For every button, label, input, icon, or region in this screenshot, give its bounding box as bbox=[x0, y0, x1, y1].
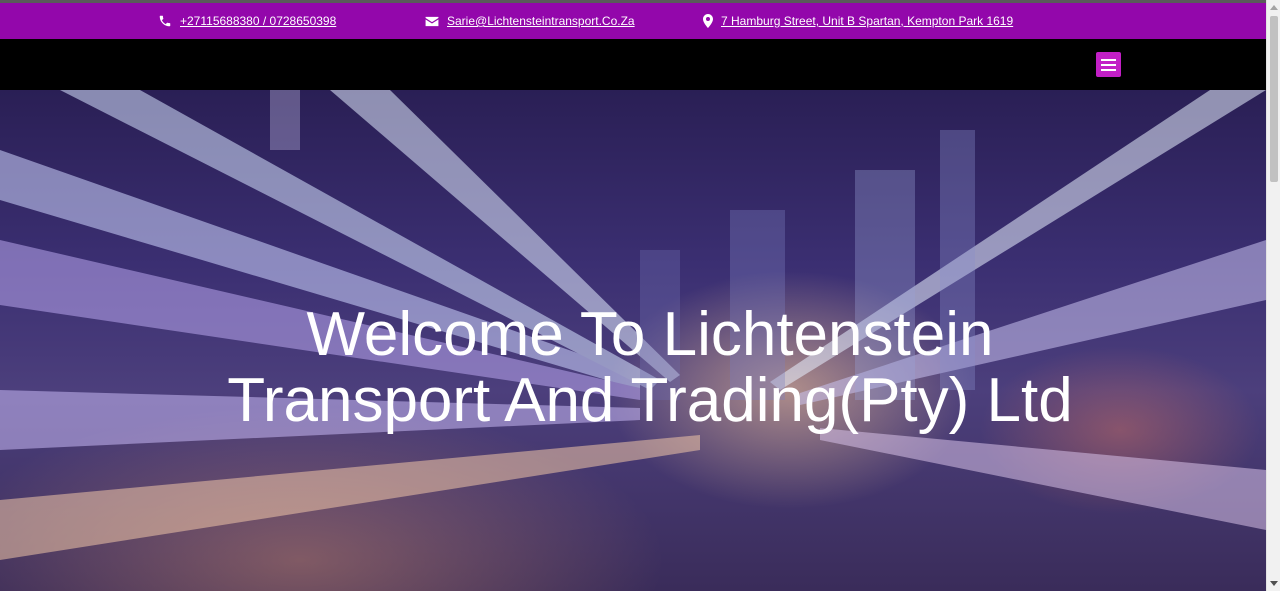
map-pin-icon bbox=[703, 14, 713, 28]
scrollbar-thumb[interactable] bbox=[1270, 16, 1278, 182]
hero-title: Welcome To Lichtenstein Transport And Tr… bbox=[227, 300, 1073, 435]
email-contact: Sarie@Lichtensteintransport.Co.Za bbox=[425, 3, 635, 39]
navbar bbox=[0, 39, 1266, 90]
top-contact-bar: +27115688380 / 0728650398 Sarie@Lichtens… bbox=[0, 0, 1266, 39]
address-link[interactable]: 7 Hamburg Street, Unit B Spartan, Kempto… bbox=[721, 14, 1013, 28]
phone-link[interactable]: +27115688380 / 0728650398 bbox=[180, 14, 336, 28]
phone-icon bbox=[159, 15, 171, 27]
address-contact: 7 Hamburg Street, Unit B Spartan, Kempto… bbox=[703, 3, 1013, 39]
phone-contact: +27115688380 / 0728650398 bbox=[158, 3, 336, 39]
email-link[interactable]: Sarie@Lichtensteintransport.Co.Za bbox=[447, 14, 635, 28]
hero-banner: Welcome To Lichtenstein Transport And Tr… bbox=[0, 90, 1266, 591]
hamburger-menu-button[interactable] bbox=[1096, 52, 1121, 77]
hamburger-menu-icon bbox=[1101, 58, 1116, 61]
scroll-down-arrow-icon[interactable] bbox=[1270, 581, 1278, 586]
scroll-up-arrow-icon[interactable] bbox=[1270, 5, 1278, 10]
envelope-icon bbox=[425, 16, 439, 26]
vertical-scrollbar[interactable] bbox=[1266, 0, 1280, 591]
